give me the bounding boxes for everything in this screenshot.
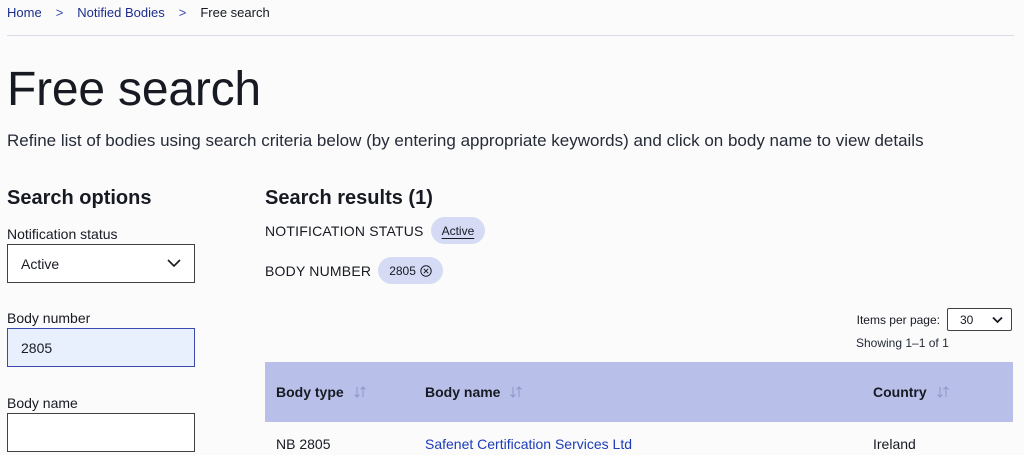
column-header-body-type[interactable]: Body type (276, 384, 367, 400)
close-circle-icon[interactable] (420, 264, 432, 277)
search-results-heading: Search results (1) (265, 187, 433, 209)
chevron-down-icon (167, 259, 181, 268)
body-number-label: Body number (7, 310, 91, 326)
items-per-page-value: 30 (960, 312, 974, 327)
page-title: Free search (7, 63, 261, 116)
sort-icon[interactable] (936, 386, 950, 398)
breadcrumb: Home > Notified Bodies > Free search (7, 4, 270, 20)
filter-label: NOTIFICATION STATUS (265, 222, 424, 239)
cell-body-name-link[interactable]: Safenet Certification Services Ltd (425, 436, 632, 452)
cell-body-type: NB 2805 (276, 436, 331, 452)
body-name-input[interactable] (7, 413, 195, 452)
sort-icon[interactable] (509, 386, 523, 398)
notification-status-label: Notification status (7, 226, 118, 242)
notification-status-select[interactable]: Active (7, 244, 195, 283)
breadcrumb-current: Free search (200, 4, 270, 20)
chevron-right-icon: > (55, 4, 64, 20)
body-number-value: 2805 (21, 339, 53, 356)
search-options-heading: Search options (7, 187, 152, 209)
filter-body-number: BODY NUMBER 2805 (265, 257, 443, 284)
column-header-label: Country (873, 384, 927, 400)
chevron-right-icon: > (178, 4, 187, 20)
filter-label: BODY NUMBER (265, 262, 372, 279)
items-per-page: Items per page: 30 (857, 308, 1012, 331)
column-header-country[interactable]: Country (873, 384, 950, 400)
filter-chip-body-number[interactable]: 2805 (378, 257, 443, 284)
filter-chip-label: Active (441, 223, 475, 238)
results-count: Showing 1–1 of 1 (856, 336, 949, 350)
column-header-label: Body name (425, 384, 501, 400)
page-subtitle: Refine list of bodies using search crite… (7, 131, 924, 150)
filter-chip-active[interactable]: Active (430, 217, 486, 244)
items-per-page-label: Items per page: (856, 312, 940, 327)
cell-country: Ireland (873, 436, 916, 452)
filter-chip-label: 2805 (389, 263, 416, 278)
header-divider (7, 35, 1014, 36)
breadcrumb-notified-bodies-link[interactable]: Notified Bodies (77, 5, 164, 20)
results-table-header: Body type Body name Country (265, 362, 1013, 422)
column-header-label: Body type (276, 384, 344, 400)
filter-notification-status: NOTIFICATION STATUS Active (265, 217, 486, 244)
sort-icon[interactable] (353, 386, 367, 398)
breadcrumb-home-link[interactable]: Home (7, 5, 42, 20)
body-number-input[interactable]: 2805 (7, 328, 195, 367)
column-header-body-name[interactable]: Body name (425, 384, 523, 400)
chevron-down-icon (992, 316, 1003, 324)
notification-status-value: Active (21, 255, 60, 272)
body-name-label: Body name (7, 395, 78, 411)
items-per-page-select[interactable]: 30 (947, 308, 1012, 331)
